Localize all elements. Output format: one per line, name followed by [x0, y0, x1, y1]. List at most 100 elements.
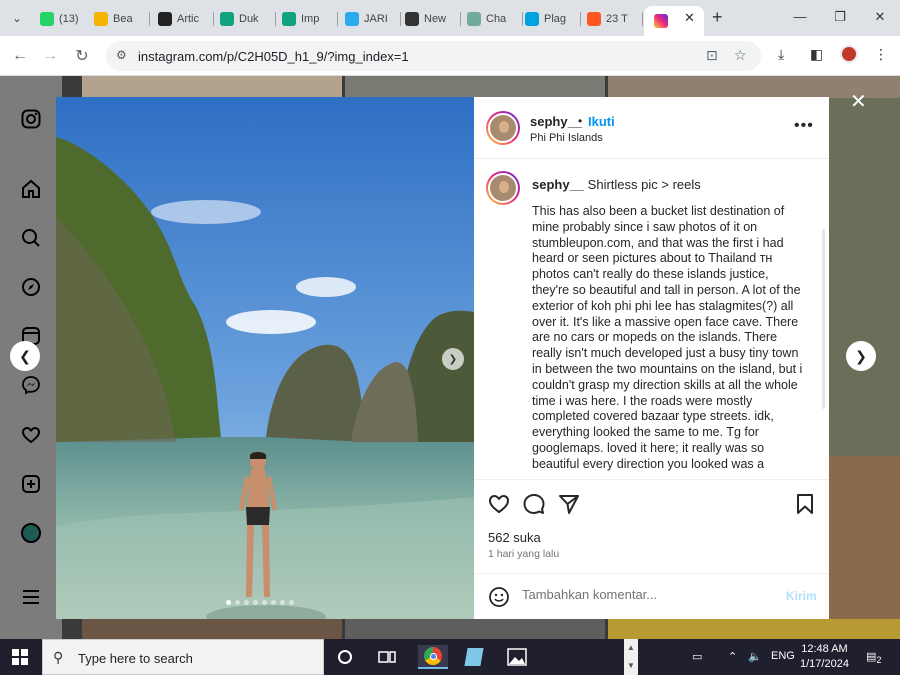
site-info-icon[interactable]: ⚙ [116, 48, 127, 62]
photos-app-icon[interactable] [505, 645, 529, 669]
browser-tab[interactable]: Duk [220, 6, 276, 32]
more-menu-icon[interactable] [19, 585, 43, 609]
whatsapp-icon [40, 12, 54, 26]
notification-center-icon[interactable]: ▤2 [866, 650, 882, 665]
tab-separator [522, 12, 523, 26]
emoji-icon[interactable] [488, 586, 510, 608]
keyboard-icon[interactable]: ▭ [692, 650, 702, 663]
previous-post-button[interactable]: ❮ [10, 341, 40, 371]
page-scrollbar-arrows[interactable]: ▲ ▼ [624, 639, 638, 675]
post-location[interactable]: Phi Phi Islands [530, 132, 603, 144]
background-tile [345, 619, 605, 639]
post-photo[interactable] [56, 97, 474, 619]
tab-instagram[interactable] [644, 6, 704, 36]
caption-scrollbar[interactable] [822, 229, 825, 409]
carousel-indicator [226, 600, 294, 605]
new-tab-button[interactable]: + [712, 7, 723, 28]
notes-app-icon[interactable] [462, 645, 486, 669]
header-separator: • [578, 114, 583, 128]
likes-count[interactable]: 562 suka [488, 530, 541, 545]
cortana-icon[interactable] [333, 645, 357, 669]
more-options-icon[interactable]: ••• [794, 117, 814, 135]
background-tile [829, 456, 900, 639]
like-heart-icon[interactable] [488, 493, 510, 515]
plag-icon [525, 12, 539, 26]
explore-icon[interactable] [19, 275, 43, 299]
follow-button[interactable]: Ikuti [588, 114, 615, 129]
messenger-icon[interactable] [19, 373, 43, 397]
save-bookmark-icon[interactable] [794, 493, 816, 515]
author-avatar[interactable] [486, 111, 520, 145]
comment-icon[interactable] [523, 493, 545, 515]
chrome-taskbar-icon[interactable] [418, 645, 448, 669]
language-indicator[interactable]: ENG [771, 650, 795, 662]
side-panel-icon[interactable]: ◧ [810, 46, 823, 63]
browser-menu-icon[interactable]: ⋮ [874, 46, 888, 63]
close-tab-icon[interactable]: ✕ [684, 10, 695, 26]
tab-separator [580, 12, 581, 26]
close-modal-icon[interactable]: ✕ [850, 89, 867, 114]
instagram-logo-icon[interactable] [19, 107, 43, 131]
browser-tab[interactable]: 23 T [587, 6, 643, 32]
reload-button[interactable]: ↻ [71, 45, 93, 67]
background-tile [82, 76, 342, 98]
carousel-dot [262, 600, 267, 605]
caption-heading: sephy__ Shirtless pic > reels [532, 177, 701, 192]
home-icon[interactable] [19, 177, 43, 201]
post-comment-button[interactable]: Kirim [786, 589, 817, 603]
browser-tab[interactable]: Imp [282, 6, 338, 32]
tab-separator [400, 12, 401, 26]
minimize-button[interactable]: — [790, 9, 810, 24]
share-icon[interactable] [558, 493, 580, 515]
address-bar[interactable]: ⚙ instagram.com/p/C2H05D_h1_9/?img_index… [106, 41, 761, 71]
browser-tab[interactable]: New [405, 6, 461, 32]
imp-icon [282, 12, 296, 26]
browser-tab[interactable]: Cha [467, 6, 523, 32]
profile-icon[interactable] [19, 521, 43, 545]
browser-toolbar: ← → ↻ ⚙ instagram.com/p/C2H05D_h1_9/?img… [0, 36, 900, 76]
notifications-heart-icon[interactable] [19, 423, 43, 447]
caption-avatar[interactable] [486, 171, 520, 205]
install-app-icon[interactable]: ⊡ [706, 47, 718, 64]
profile-avatar[interactable] [840, 45, 858, 63]
caption-area[interactable]: sephy__ Shirtless pic > reels This has a… [474, 159, 829, 477]
download-icon[interactable]: ⤓ [778, 46, 784, 63]
github-icon [405, 12, 419, 26]
tab-separator [149, 12, 150, 26]
browser-tab-label: JARI [364, 13, 388, 25]
forward-button[interactable]: → [39, 45, 61, 67]
post-actions [474, 479, 829, 519]
caption-username[interactable]: sephy__ [532, 177, 584, 192]
browser-tab-label: New [424, 13, 447, 25]
next-post-button[interactable]: ❯ [846, 341, 876, 371]
task-view-icon[interactable] [375, 645, 399, 669]
post-time[interactable]: 1 hari yang lalu [488, 548, 559, 560]
volume-icon[interactable]: 🔈 [748, 650, 762, 663]
instagram-icon [654, 14, 668, 28]
photo-next-icon[interactable]: ❯ [442, 348, 464, 370]
browser-tab-label: Plag [544, 13, 567, 25]
background-tile [345, 76, 605, 98]
tab-separator [337, 12, 338, 26]
tab-separator [460, 12, 461, 26]
restore-button[interactable]: ❐ [830, 9, 850, 25]
bookmark-star-icon[interactable]: ☆ [734, 47, 747, 64]
browser-tab[interactable]: Artic [158, 6, 214, 32]
windows-start-icon[interactable] [12, 649, 28, 665]
back-button[interactable]: ← [9, 45, 31, 67]
show-hidden-icons[interactable]: ⌃ [728, 650, 737, 663]
create-post-icon[interactable] [19, 472, 43, 496]
background-tile [608, 619, 900, 639]
browser-tab[interactable]: Bea [94, 6, 150, 32]
browser-tab[interactable]: Plag [525, 6, 581, 32]
taskbar-clock[interactable]: 12:48 AM 1/17/2024 [800, 642, 849, 672]
browser-tab[interactable]: (13) [40, 6, 96, 32]
search-icon[interactable] [19, 226, 43, 250]
taskbar-search-box[interactable]: ⚲ Type here to search [42, 639, 324, 675]
browser-tab[interactable]: JARI [345, 6, 401, 32]
comment-input[interactable] [522, 587, 762, 602]
url-text[interactable]: instagram.com/p/C2H05D_h1_9/?img_index=1 [138, 49, 409, 64]
tab-search-button[interactable]: ⌄ [6, 8, 28, 28]
window-close-button[interactable]: ✕ [870, 9, 890, 25]
author-username[interactable]: sephy__ [530, 114, 582, 129]
